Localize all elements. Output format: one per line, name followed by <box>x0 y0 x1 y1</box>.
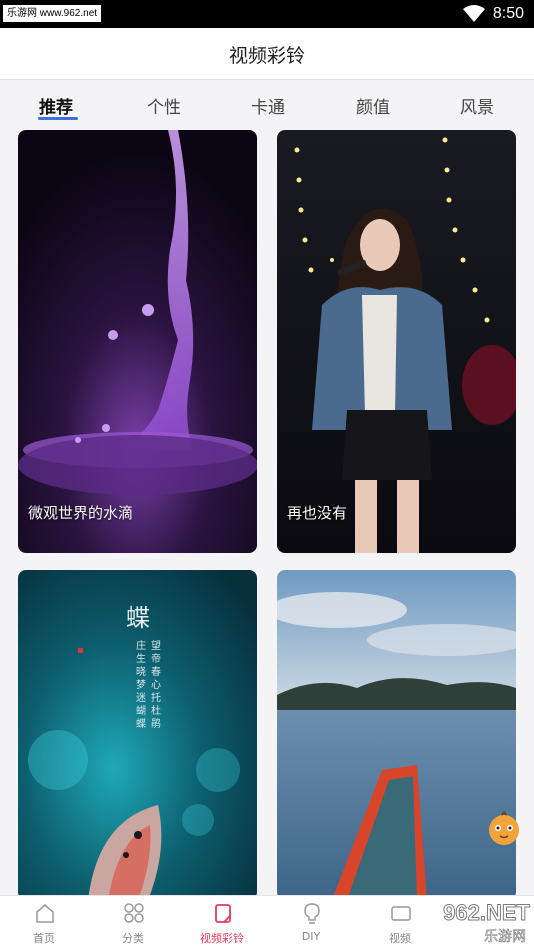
site-watermark: 962.NET 乐游网 <box>418 900 531 946</box>
watermark-logo-text: 962.NET <box>443 900 531 926</box>
lake-boat-thumbnail <box>277 570 516 900</box>
poem-line-2: 望帝春心托杜鹃 <box>151 641 161 730</box>
tab-scenery[interactable]: 风景 <box>460 93 494 118</box>
poem-line-1: 庄生晓梦迷蝴蝶 <box>136 641 146 730</box>
nav-label: 首页 <box>33 932 55 945</box>
nav-video-ringtone[interactable]: 视频彩铃 <box>178 896 266 949</box>
video-card-water-drop[interactable]: 微观世界的水滴 <box>18 130 257 553</box>
category-icon <box>124 903 144 923</box>
category-tabs: 推荐 个性 卡通 颜值 风景 <box>0 81 534 127</box>
nav-label: 视频彩铃 <box>200 932 244 945</box>
video-card-lake-boat[interactable] <box>277 570 516 900</box>
tab-looks[interactable]: 颜值 <box>356 93 390 118</box>
tab-recommend[interactable]: 推荐 <box>39 93 73 118</box>
active-tab-indicator <box>38 117 78 120</box>
singer-thumbnail <box>277 130 516 553</box>
page-title: 视频彩铃 <box>228 45 305 67</box>
video-caption: 微观世界的水滴 <box>28 504 134 522</box>
video-icon <box>391 906 411 921</box>
nav-home[interactable]: 首页 <box>0 896 88 949</box>
status-bar: 乐游网 www.962.net 8:50 <box>0 0 534 28</box>
nav-diy[interactable]: DIY <box>267 896 355 949</box>
video-card-butterfly[interactable]: 蝶 庄生晓梦迷蝴蝶 望帝春心托杜鹃 <box>18 570 257 900</box>
tab-personality[interactable]: 个性 <box>147 93 181 118</box>
home-icon <box>36 904 54 923</box>
status-time: 8:50 <box>492 5 524 22</box>
watermark-site-name: 乐游网 <box>484 929 527 946</box>
poster-title: 蝶 <box>126 604 150 632</box>
title-bar: 视频彩铃 <box>0 28 534 80</box>
wifi-icon <box>463 5 485 22</box>
lightbulb-icon <box>304 903 320 924</box>
mascot-float-icon[interactable] <box>484 808 524 848</box>
nav-category[interactable]: 分类 <box>89 896 177 949</box>
video-caption: 再也没有 <box>287 504 348 522</box>
nav-label: 分类 <box>122 932 144 945</box>
water-drop-thumbnail <box>18 130 257 553</box>
app-screen: 乐游网 www.962.net 8:50 视频彩铃 推荐 个性 卡通 颜值 风景 <box>0 0 534 949</box>
watermark-label: 乐游网 www.962.net <box>3 5 102 22</box>
video-card-singer[interactable]: 再也没有 <box>277 130 516 553</box>
video-ringtone-icon <box>215 904 231 923</box>
nav-label: DIY <box>301 930 321 943</box>
tab-cartoon[interactable]: 卡通 <box>251 93 285 118</box>
